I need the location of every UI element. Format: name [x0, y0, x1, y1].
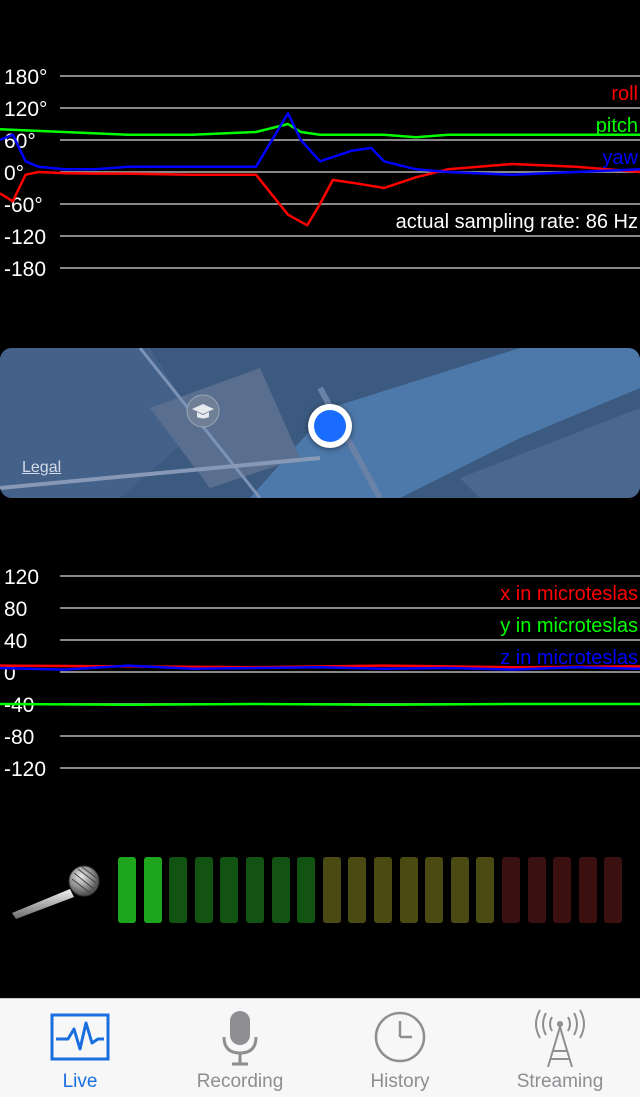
audio-level-bar: [374, 857, 392, 923]
legend-label: roll: [611, 83, 638, 105]
audio-level-bar: [348, 857, 367, 923]
audio-level-bar: [169, 857, 188, 923]
series-line-1: [0, 702, 640, 707]
legend-label: pitch: [596, 115, 638, 137]
y-tick-label: -120: [4, 758, 46, 781]
y-tick-label: -120: [4, 226, 46, 249]
audio-level-bar: [194, 857, 213, 923]
series-line-1: [0, 122, 640, 139]
microphone-icon: [222, 1011, 258, 1066]
tab-history-label: History: [370, 1071, 430, 1092]
audio-level-bar: [527, 857, 546, 923]
sampling-rate-label: actual sampling rate: 86 Hz: [396, 211, 638, 233]
audio-level-bar: [450, 857, 469, 923]
audio-level-bar: [502, 857, 520, 923]
legend-label: yaw: [602, 147, 638, 169]
y-tick-label: 180°: [4, 66, 47, 89]
audio-level-bar: [297, 857, 316, 923]
clock-icon: [374, 1011, 426, 1063]
audio-level-bar: [399, 857, 418, 923]
y-tick-label: -80: [4, 726, 34, 749]
audio-level-bar: [271, 857, 290, 923]
audio-level-bar: [604, 857, 623, 923]
tab-history[interactable]: History: [320, 999, 480, 1097]
audio-level-bar: [246, 857, 264, 923]
map-legal-link[interactable]: Legal: [22, 459, 61, 477]
tab-streaming-label: Streaming: [516, 1071, 604, 1092]
university-poi-icon[interactable]: [186, 394, 220, 428]
audio-level-bar: [118, 857, 136, 923]
tab-bar: Live Recording History Streaming: [0, 998, 640, 1097]
y-tick-label: 80: [4, 598, 27, 621]
tab-streaming[interactable]: Streaming: [480, 999, 640, 1097]
y-tick-label: -180: [4, 258, 46, 281]
tab-recording-label: Recording: [196, 1071, 284, 1092]
y-tick-label: 40: [4, 630, 27, 653]
legend-label: x in microteslas: [500, 583, 638, 605]
magnetometer-chart: 120 80 40 0 -40 -80 -120 x in microteslas y in m…: [0, 560, 640, 790]
legend-label: z in microteslas: [500, 647, 638, 669]
tab-recording[interactable]: Recording: [160, 999, 320, 1097]
audio-level-bar: [476, 857, 495, 923]
broadcast-tower-icon: [535, 1009, 585, 1068]
audio-level-bar: [553, 857, 572, 923]
tab-live-label: Live: [62, 1071, 98, 1092]
orientation-chart-svg: 180°120°60°0°-60°-120-180rollpitchyawact…: [0, 66, 640, 281]
y-tick-label: 120°: [4, 98, 47, 121]
orientation-chart: 180° 120° 60° 0° -60° -120 -180 roll pitch yaw act…: [0, 60, 640, 290]
microphone-icon: [12, 865, 100, 919]
y-tick-label: -60°: [4, 194, 43, 217]
magnetometer-chart-svg: 12080400-40-80-120x in microteslasy in m…: [0, 566, 640, 781]
audio-level-bar: [322, 857, 341, 923]
audio-level-bar: [425, 857, 444, 923]
audio-level-bar: [578, 857, 597, 923]
tab-live[interactable]: Live: [0, 999, 160, 1097]
audio-level-bar: [143, 857, 162, 923]
pulse-icon: [50, 1013, 110, 1061]
current-location-dot: [308, 404, 352, 448]
legend-label: y in microteslas: [500, 615, 638, 637]
y-tick-label: -40: [4, 694, 34, 717]
audio-level-bar: [220, 857, 239, 923]
y-tick-label: 120: [4, 566, 39, 589]
